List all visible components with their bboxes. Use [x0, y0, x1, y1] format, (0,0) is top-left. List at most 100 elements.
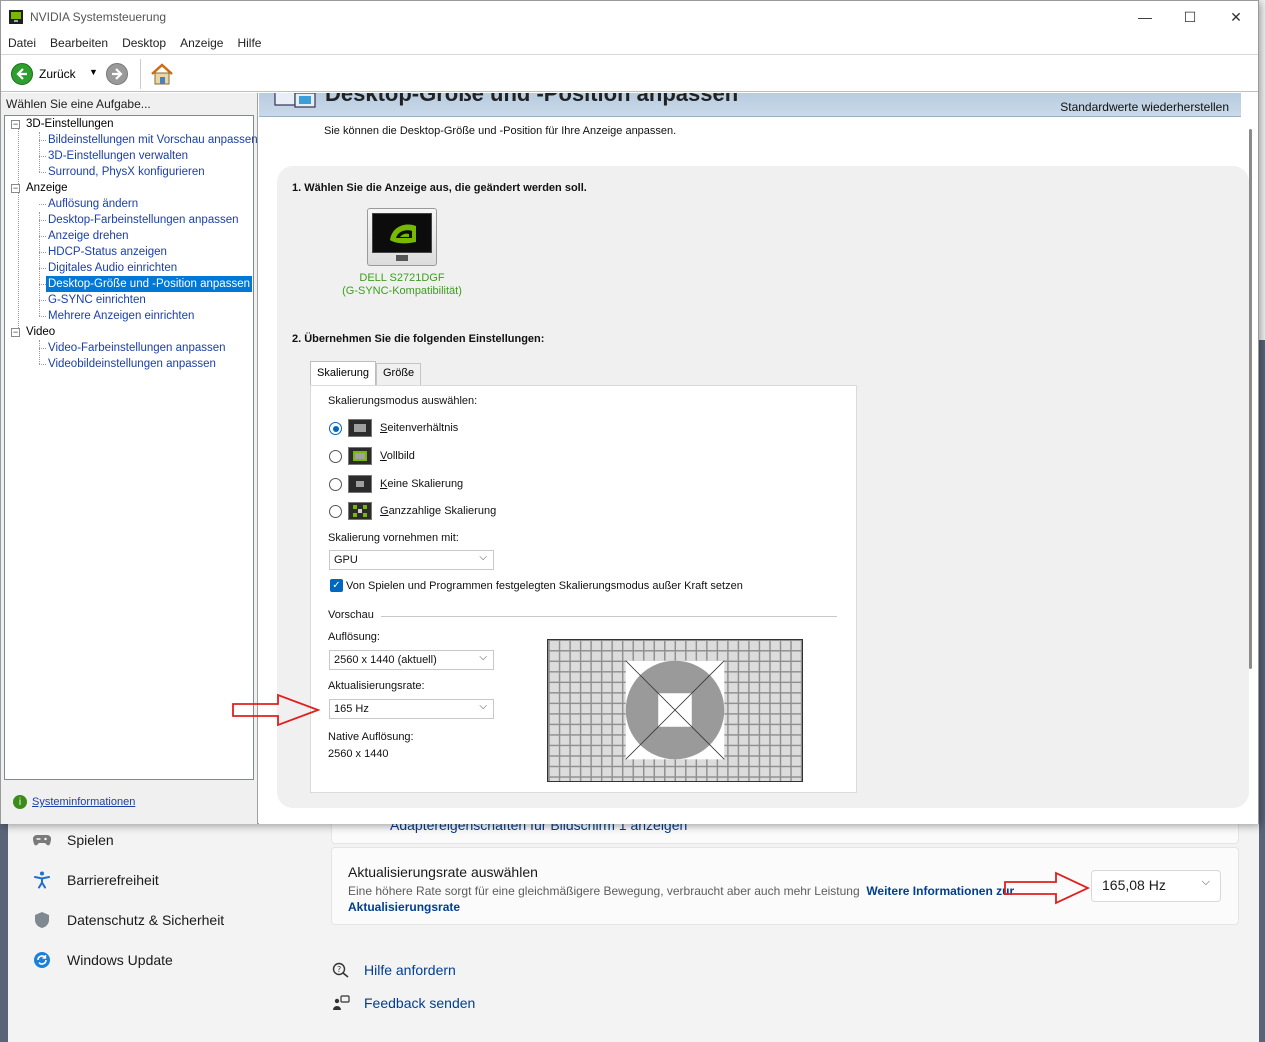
settings-nav-label: Windows Update [67, 952, 173, 968]
svg-text:?: ? [337, 965, 341, 974]
vertical-scrollbar[interactable] [1249, 129, 1252, 669]
tree-connector [39, 348, 46, 349]
nvidia-control-panel-window: NVIDIA Systemsteuerung — ☐ ✕ Datei Bearb… [0, 0, 1259, 824]
tree-group-3d[interactable]: −3D-Einstellungen [11, 116, 114, 132]
minimize-button[interactable]: — [1122, 5, 1168, 29]
tree-connector [39, 340, 40, 364]
toolbar-separator [140, 59, 141, 89]
perform-on-label: Skalierung vornehmen mit: [328, 532, 459, 544]
refresh-rate-desc-text: Eine höhere Rate sorgt für eine gleichmä… [348, 884, 860, 898]
tree-group-label: Anzeige [26, 182, 68, 194]
monitor-subtitle: (G-SYNC-Kompatibilität) [342, 285, 462, 297]
menu-hilfe[interactable]: Hilfe [230, 33, 268, 53]
native-resolution-value: 2560 x 1440 [328, 748, 389, 760]
shield-icon [30, 908, 54, 932]
display-icon [274, 93, 316, 108]
tree-item-gsync[interactable]: G-SYNC einrichten [46, 292, 148, 308]
menu-bar: Datei Bearbeiten Desktop Anzeige Hilfe [1, 33, 1258, 53]
tree-connector [39, 204, 46, 205]
mode-text: anzzahlige Skalierung [388, 505, 497, 517]
back-button[interactable]: Zurück [11, 63, 76, 85]
tree-item-hdcp[interactable]: HDCP-Status anzeigen [46, 244, 169, 260]
refresh-rate-title: Aktualisierungsrate auswählen [348, 864, 538, 880]
content-pane: Desktop-Größe und -Position anpassen Sta… [259, 93, 1258, 824]
tree-connector [39, 172, 46, 173]
integer-scaling-icon [348, 502, 372, 520]
collapse-icon[interactable]: − [11, 119, 20, 129]
task-sidebar: Wählen Sie eine Aufgabe... −3D-Einstellu… [1, 93, 258, 824]
chevron-down-icon: ⌵ [479, 652, 487, 663]
resolution-value: 2560 x 1440 (aktuell) [334, 654, 437, 666]
monitor-stand [396, 255, 408, 261]
preview-divider [381, 616, 837, 617]
resolution-select[interactable]: 2560 x 1440 (aktuell) ⌵ [329, 650, 494, 670]
menu-bearbeiten[interactable]: Bearbeiten [43, 33, 115, 53]
monitor-select-dell[interactable] [367, 208, 437, 266]
settings-nav-label: Spielen [67, 832, 114, 848]
override-checkbox[interactable]: ✓ [330, 579, 343, 592]
mode-label-seitenverhaeltnis[interactable]: Seitenverhältnis [380, 422, 458, 434]
annotation-arrow-left [232, 693, 320, 727]
menu-datei[interactable]: Datei [1, 33, 43, 53]
mode-label-vollbild[interactable]: Vollbild [380, 450, 415, 462]
tree-connector [18, 124, 19, 332]
refresh-rate-dropdown[interactable]: 165 Hz ⌵ [329, 699, 494, 719]
tree-item-farbeinstellungen[interactable]: Desktop-Farbeinstellungen anpassen [46, 212, 241, 228]
tree-connector [39, 220, 46, 221]
menu-desktop[interactable]: Desktop [115, 33, 173, 53]
tab-skalierung[interactable]: Skalierung [310, 361, 376, 385]
native-resolution-label: Native Auflösung: [328, 731, 414, 743]
tree-item-3d-verwalten[interactable]: 3D-Einstellungen verwalten [46, 148, 190, 164]
send-feedback-link[interactable]: Feedback senden [330, 992, 475, 1014]
system-info-label: Systeminformationen [32, 796, 136, 808]
mode-label-keine-skalierung[interactable]: Keine Skalierung [380, 478, 463, 490]
forward-arrow-icon[interactable] [106, 63, 128, 85]
radio-ganzzahlige-skalierung[interactable] [329, 505, 342, 518]
collapse-icon[interactable]: − [11, 327, 20, 337]
settings-panel: 1. Wählen Sie die Anzeige aus, die geänd… [277, 166, 1249, 808]
history-dropdown-icon[interactable]: ▼ [89, 67, 98, 77]
settings-nav-item-barrierefreiheit[interactable]: Barrierefreiheit [30, 868, 270, 892]
tree-item-videobild[interactable]: Videobildeinstellungen anpassen [46, 356, 218, 372]
override-label[interactable]: Von Spielen und Programmen festgelegten … [346, 580, 743, 592]
settings-nav-label: Datenschutz & Sicherheit [67, 912, 225, 928]
refresh-rate-select[interactable]: 165,08 Hz ⌵ [1091, 870, 1221, 902]
nvidia-logo-icon [390, 224, 416, 244]
collapse-icon[interactable]: − [11, 183, 20, 193]
settings-nav-item-datenschutz[interactable]: Datenschutz & Sicherheit [30, 908, 270, 932]
tree-item-mehrere-anzeigen[interactable]: Mehrere Anzeigen einrichten [46, 308, 196, 324]
radio-keine-skalierung[interactable] [329, 478, 342, 491]
radio-vollbild[interactable] [329, 450, 342, 463]
get-help-link[interactable]: ? Hilfe anfordern [330, 959, 456, 981]
maximize-button[interactable]: ☐ [1167, 5, 1213, 29]
restore-defaults-link[interactable]: Standardwerte wiederherstellen [1060, 100, 1229, 114]
tree-group-anzeige[interactable]: − Anzeige [11, 180, 68, 196]
tree-connector [39, 316, 46, 317]
close-button[interactable]: ✕ [1213, 5, 1259, 29]
tree-connector [39, 140, 46, 141]
tree-item-anzeige-drehen[interactable]: Anzeige drehen [46, 228, 131, 244]
mode-label-ganzzahlig[interactable]: Ganzzahlige Skalierung [380, 505, 496, 517]
tab-groesse[interactable]: Größe [375, 363, 422, 385]
tree-connector [39, 300, 46, 301]
tree-item-audio[interactable]: Digitales Audio einrichten [46, 260, 179, 276]
tree-item-bildeinstellungen[interactable]: Bildeinstellungen mit Vorschau anpassen [46, 132, 260, 148]
accel-key: G [380, 505, 389, 517]
refresh-rate-label: Aktualisierungsrate: [328, 680, 425, 692]
scaling-preview-image [547, 639, 803, 782]
desktop-wallpaper-edge-right [1259, 340, 1265, 1042]
home-icon[interactable] [149, 61, 175, 87]
menu-anzeige[interactable]: Anzeige [173, 33, 230, 53]
title-bar: NVIDIA Systemsteuerung — ☐ ✕ [1, 1, 1258, 33]
system-info-link[interactable]: i Systeminformationen [13, 795, 135, 809]
tree-group-video[interactable]: − Video [11, 324, 55, 340]
settings-nav-item-spielen[interactable]: Spielen [30, 828, 270, 852]
radio-seitenverhaeltnis[interactable] [329, 422, 342, 435]
tree-item-video-farbe[interactable]: Video-Farbeinstellungen anpassen [46, 340, 228, 356]
tree-item-surround[interactable]: Surround, PhysX konfigurieren [46, 164, 207, 180]
perform-on-select[interactable]: GPU ⌵ [329, 550, 494, 570]
settings-nav-item-windows-update[interactable]: Windows Update [30, 948, 270, 972]
tree-item-aufloesung[interactable]: Auflösung ändern [46, 196, 140, 212]
refresh-rate-description: Eine höhere Rate sorgt für eine gleichmä… [348, 883, 1028, 915]
tree-item-desktop-groesse[interactable]: Desktop-Größe und -Position anpassen [46, 276, 252, 292]
